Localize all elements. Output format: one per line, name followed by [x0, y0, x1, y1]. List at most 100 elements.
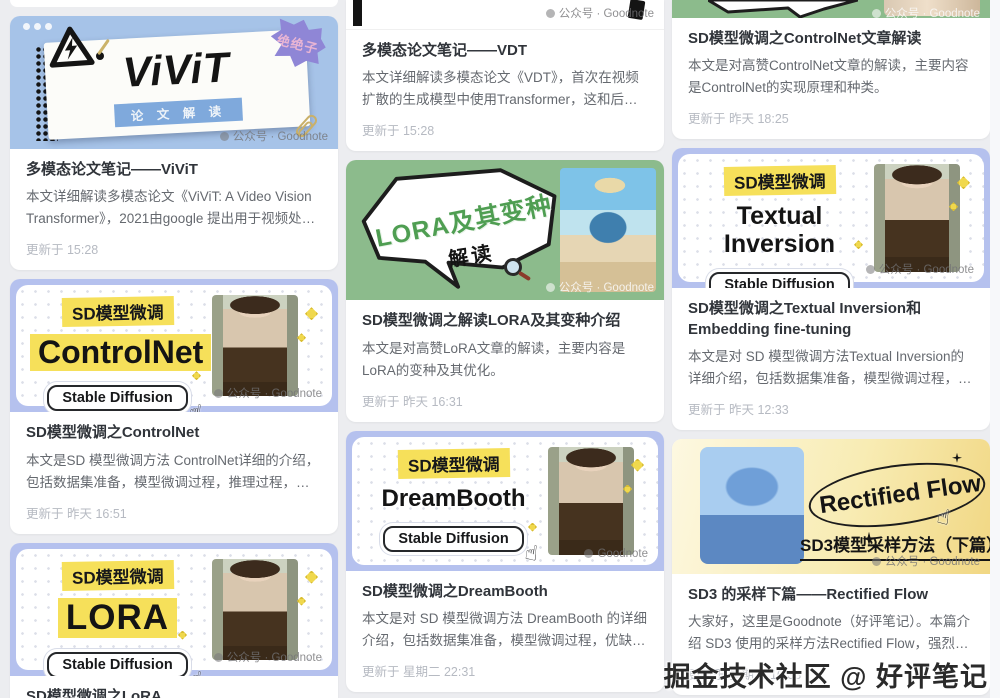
card-body: SD模型微调之ControlNet 本文是SD 模型微调方法 ControlNe… — [10, 412, 338, 533]
magnifier-icon — [504, 258, 522, 276]
note-title: SD模型微调之Textual Inversion和Embedding fine-… — [688, 299, 974, 340]
card-body: SD模型微调之Textual Inversion和Embedding fine-… — [672, 288, 990, 430]
pin-icon — [96, 52, 104, 60]
wechat-watermark: 公众号 · Goodnote — [214, 649, 322, 665]
card-body: SD模型微调之DreamBooth 本文是对 SD 模型微调方法 DreamBo… — [346, 571, 664, 692]
cover-image: 公众号 · Goodnote — [672, 0, 990, 18]
cover-girl-photo — [700, 447, 804, 564]
badge-label: Stable Diffusion — [62, 390, 172, 406]
speech-bubble-decoration — [708, 0, 858, 18]
card-body: SD模型微调之解读LORA及其变种介绍 本文是对高赞LoRA文章的解读，主要内容… — [346, 300, 664, 421]
previous-card-remnant — [10, 0, 338, 7]
card-body: 多模态论文笔记——ViViT 本文详细解读多模态论文《ViViT: A Vide… — [10, 149, 338, 270]
cover-headline: ViViT — [122, 43, 231, 97]
note-updated-time: 更新于 昨天 16:51 — [26, 503, 322, 522]
sparkle-icon — [297, 597, 306, 606]
wechat-watermark: 公众号 · Goodnote — [872, 553, 980, 569]
sparkle-icon — [297, 333, 306, 342]
note-card-lora[interactable]: SD模型微调 LORA Stable Diffusion 公众号 · Goodn… — [10, 543, 338, 698]
cover-tag: SD模型微调 — [61, 296, 173, 327]
wechat-watermark: 公众号 · Goodnote — [546, 279, 654, 295]
cover-text-block: SD模型微调 DreamBooth Stable Diffusion — [366, 449, 541, 552]
note-title: SD模型微调之解读LORA及其变种介绍 — [362, 311, 648, 331]
card-body: 多模态论文笔记——VDT 本文详细解读多模态论文《VDT》，首次在视频扩散的生成… — [346, 30, 664, 151]
wechat-watermark: 公众号 · Goodnote — [872, 5, 980, 18]
note-updated-time: 更新于 15:28 — [362, 120, 648, 139]
cover-tag: SD模型微调 — [723, 165, 835, 196]
cover-headline: Textual Inversion — [692, 203, 867, 258]
cover-girl-photo — [548, 447, 634, 555]
cover-headline: LORA — [58, 598, 177, 639]
hand-cursor-icon — [187, 666, 203, 675]
cover-image: Rectified Flow SD3模型采样方法（下篇） 公众号 · Goodn… — [672, 439, 990, 574]
cover-decoration — [353, 0, 362, 26]
stable-diffusion-badge: Stable Diffusion — [709, 272, 849, 288]
note-title: SD模型微调之LoRA — [26, 687, 322, 698]
cover-image: LORA及其变种 解读 公众号 · Goodnote — [346, 160, 664, 300]
note-card-lora-variants[interactable]: LORA及其变种 解读 公众号 · Goodnote SD模型微调之解读LORA… — [346, 160, 664, 421]
note-updated-time: 更新于 昨天 18:25 — [688, 108, 974, 127]
wechat-watermark: Goodnote — [584, 548, 648, 560]
cover-girl-photo — [212, 559, 298, 660]
note-card-vivit[interactable]: ViViT 论 文 解 读 绝绝子 公众号 · Goodnote 多模态论文笔记… — [10, 16, 338, 270]
badge-label: Stable Diffusion — [724, 277, 834, 288]
cover-panel: SD模型微调 LORA Stable Diffusion 公众号 · Goodn… — [16, 549, 332, 670]
hand-cursor-icon — [187, 400, 203, 413]
note-title: SD模型微调之ControlNet文章解读 — [688, 29, 974, 49]
note-summary: 本文详细解读多模态论文《VDT》，首次在视频扩散的生成模型中使用Transfor… — [362, 67, 648, 111]
note-card-controlnet[interactable]: SD模型微调 ControlNet Stable Diffusion 公众号 ·… — [10, 279, 338, 533]
note-card-dreambooth[interactable]: SD模型微调 DreamBooth Stable Diffusion Goodn… — [346, 431, 664, 692]
note-summary: 本文是对高赞ControlNet文章的解读，主要内容是ControlNet的实现… — [688, 55, 974, 99]
cover-text-block: SD模型微调 Textual Inversion Stable Diffusio… — [692, 166, 867, 288]
cover-panel: SD模型微调 ControlNet Stable Diffusion 公众号 ·… — [16, 285, 332, 406]
note-title: SD模型微调之ControlNet — [26, 423, 322, 443]
cover-text-block: SD模型微调 LORA Stable Diffusion — [30, 561, 205, 676]
note-title: SD模型微调之DreamBooth — [362, 582, 648, 602]
sparkle-icon — [305, 307, 318, 320]
hand-cursor-icon — [935, 504, 952, 531]
column-1: ViViT 论 文 解 读 绝绝子 公众号 · Goodnote 多模态论文笔记… — [10, 0, 338, 698]
note-card-vdt[interactable]: 公众号 · Goodnote 多模态论文笔记——VDT 本文详细解读多模态论文《… — [346, 0, 664, 151]
cover-image: ViViT 论 文 解 读 绝绝子 公众号 · Goodnote — [10, 16, 338, 149]
note-card-controlnet-article[interactable]: 公众号 · Goodnote SD模型微调之ControlNet文章解读 本文是… — [672, 0, 990, 139]
stable-diffusion-badge: Stable Diffusion — [47, 385, 187, 411]
column-2: 公众号 · Goodnote 多模态论文笔记——VDT 本文详细解读多模态论文《… — [346, 0, 664, 698]
cover-panel: SD模型微调 Textual Inversion Stable Diffusio… — [678, 154, 984, 282]
wechat-watermark: 公众号 · Goodnote — [220, 128, 328, 144]
badge-label: Stable Diffusion — [62, 657, 172, 673]
note-title: SD3 的采样下篇——Rectified Flow — [688, 585, 974, 605]
hand-cursor-icon — [523, 540, 539, 567]
note-title: 多模态论文笔记——ViViT — [26, 160, 322, 180]
cover-image: 公众号 · Goodnote — [346, 0, 664, 30]
cover-image: SD模型微调 ControlNet Stable Diffusion 公众号 ·… — [10, 279, 338, 412]
note-summary: 本文是对 SD 模型微调方法Textual Inversion的详细介绍，包括数… — [688, 346, 974, 390]
stable-diffusion-badge: Stable Diffusion — [383, 526, 523, 552]
note-summary: 本文是SD 模型微调方法 ControlNet详细的介绍，包括数据集准备，模型微… — [26, 450, 322, 494]
card-body: SD模型微调之LoRA 本文是SD 模型微调方法 LoRA 的详细介绍，包括数据… — [10, 676, 338, 698]
hand-cursor-icon — [849, 286, 865, 288]
cover-tag: SD模型微调 — [61, 560, 173, 591]
sparkle-icon — [305, 571, 318, 584]
page-corner-watermark: 掘金技术社区 @ 好评笔记 — [664, 655, 988, 694]
cover-girl-photo — [212, 295, 298, 396]
cover-text-block: SD模型微调 ControlNet Stable Diffusion — [30, 297, 205, 411]
cover-panel: SD模型微调 DreamBooth Stable Diffusion Goodn… — [352, 437, 658, 565]
column-3: 公众号 · Goodnote SD模型微调之ControlNet文章解读 本文是… — [672, 0, 990, 698]
cover-girl-photo — [560, 168, 656, 292]
star-icon — [952, 453, 962, 463]
note-title: 多模态论文笔记——VDT — [362, 41, 648, 61]
cover-image: SD模型微调 DreamBooth Stable Diffusion Goodn… — [346, 431, 664, 571]
wechat-watermark: 公众号 · Goodnote — [214, 385, 322, 401]
right-edge-strip — [990, 0, 1000, 698]
cover-tag: SD模型微调 — [397, 448, 509, 479]
cover-image: SD模型微调 LORA Stable Diffusion 公众号 · Goodn… — [10, 543, 338, 676]
lightning-warning-icon — [47, 24, 96, 69]
note-updated-time: 更新于 昨天 12:33 — [688, 399, 974, 418]
note-summary: 本文是对高赞LoRA文章的解读，主要内容是LoRA的变种及其优化。 — [362, 338, 648, 382]
card-body: SD模型微调之ControlNet文章解读 本文是对高赞ControlNet文章… — [672, 18, 990, 139]
badge-label: Stable Diffusion — [398, 531, 508, 547]
cover-headline: ControlNet — [30, 334, 211, 371]
cover-headline: DreamBooth — [381, 486, 525, 512]
note-card-textual-inversion[interactable]: SD模型微调 Textual Inversion Stable Diffusio… — [672, 148, 990, 430]
cover-girl-photo — [874, 164, 960, 272]
